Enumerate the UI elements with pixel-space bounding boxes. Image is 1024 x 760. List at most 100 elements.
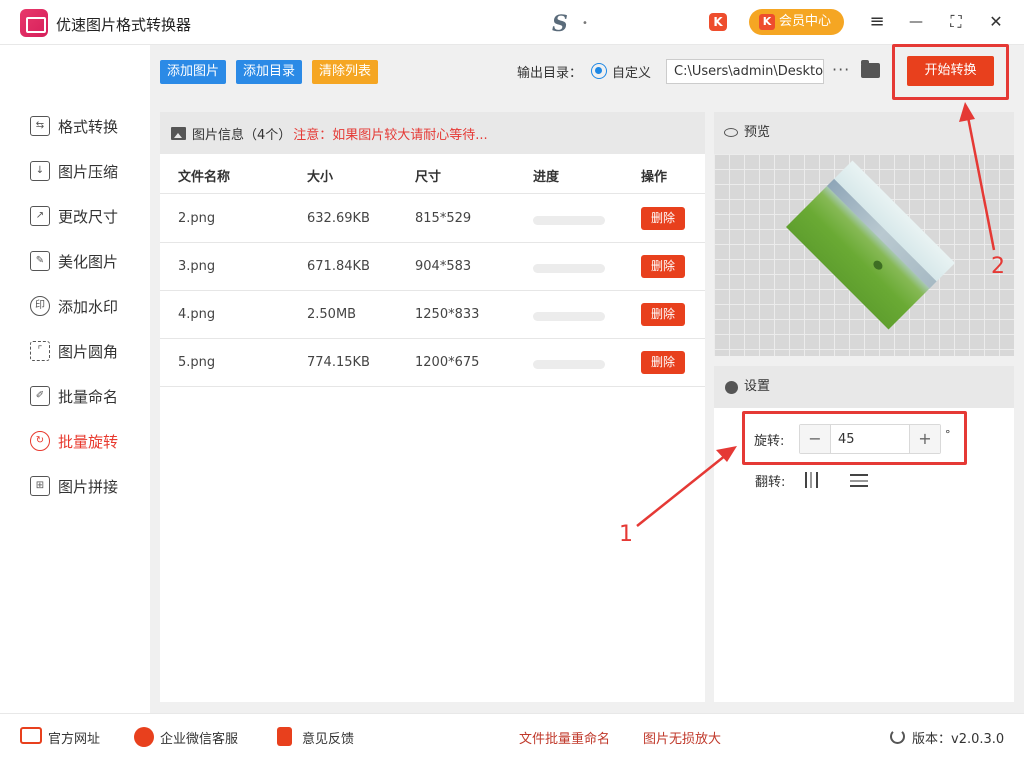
progress-bar bbox=[533, 264, 605, 273]
sidebar-item-beautify[interactable]: ✎ 美化图片 bbox=[30, 248, 118, 274]
table-row[interactable]: 2.png 632.69KB 815*529 删除 bbox=[160, 195, 705, 243]
table-row[interactable]: 4.png 2.50MB 1250*833 删除 bbox=[160, 291, 705, 339]
sidebar-item-round-corner[interactable]: ⌜ 图片圆角 bbox=[30, 338, 118, 364]
sidebar-item-label: 图片圆角 bbox=[58, 342, 119, 361]
sidebar-item-resize[interactable]: ↗ 更改尺寸 bbox=[30, 203, 118, 229]
file-name: 3.png bbox=[178, 259, 216, 274]
sidebar-item-stitch[interactable]: ⊞ 图片拼接 bbox=[30, 473, 118, 499]
k-logo-icon[interactable]: K bbox=[709, 13, 727, 31]
footer-wechat-link[interactable]: 企业微信客服 bbox=[160, 728, 238, 747]
col-filename: 文件名称 bbox=[178, 170, 231, 185]
file-name: 5.png bbox=[178, 355, 216, 370]
settings-title: 设置 bbox=[744, 379, 771, 394]
progress-bar bbox=[533, 360, 605, 369]
rename-icon: ✐ bbox=[30, 386, 50, 406]
convert-icon: ⇆ bbox=[30, 116, 50, 136]
preview-canvas bbox=[714, 154, 1014, 356]
delete-button[interactable]: 删除 bbox=[641, 303, 685, 326]
add-image-button[interactable]: 添加图片 bbox=[160, 60, 227, 84]
sidebar-item-compress[interactable]: ↓ 图片压缩 bbox=[30, 158, 118, 184]
footer: 官方网址 企业微信客服 意见反馈 文件批量重命名 图片无损放大 版本：v2.0.… bbox=[0, 713, 1024, 760]
website-icon bbox=[20, 727, 42, 744]
app-title: 优速图片格式转换器 bbox=[56, 16, 192, 34]
sidebar-item-label: 添加水印 bbox=[58, 297, 119, 316]
refresh-icon[interactable] bbox=[890, 729, 905, 744]
eye-icon bbox=[724, 128, 738, 137]
table-header: 文件名称 大小 尺寸 进度 操作 bbox=[160, 154, 705, 194]
brand-s-icon: S bbox=[552, 11, 568, 37]
output-path-field[interactable]: C:\Users\admin\Deskto bbox=[666, 59, 824, 84]
brand-dots: • bbox=[582, 18, 590, 29]
stitch-icon: ⊞ bbox=[30, 476, 50, 496]
custom-radio[interactable] bbox=[591, 63, 607, 79]
flip-horizontal-icon[interactable] bbox=[803, 472, 819, 488]
resize-icon: ↗ bbox=[30, 206, 50, 226]
sidebar-item-label: 图片拼接 bbox=[58, 477, 119, 496]
file-list-panel: 图片信息（4个） 注意：如果图片较大请耐心等待... 文件名称 大小 尺寸 进度… bbox=[160, 112, 705, 702]
vip-center-button[interactable]: K 会员中心 bbox=[749, 9, 844, 35]
warning-text: 注意：如果图片较大请耐心等待... bbox=[293, 127, 488, 143]
file-size: 2.50MB bbox=[307, 307, 357, 322]
round-corner-icon: ⌜ bbox=[30, 341, 50, 361]
preview-header: 预览 bbox=[714, 112, 1014, 154]
menu-icon[interactable]: ≡ bbox=[865, 10, 889, 34]
col-dims: 尺寸 bbox=[415, 170, 442, 185]
file-size: 774.15KB bbox=[307, 355, 370, 370]
sidebar-item-watermark[interactable]: 印添加水印 bbox=[30, 293, 118, 319]
clear-list-button[interactable]: 清除列表 bbox=[312, 60, 379, 84]
col-action: 操作 bbox=[641, 170, 668, 185]
annotation-2: 2 bbox=[991, 254, 1005, 279]
file-dims: 1200*675 bbox=[415, 355, 480, 370]
footer-rename-link[interactable]: 文件批量重命名 bbox=[519, 728, 610, 747]
feedback-icon bbox=[277, 727, 292, 746]
file-size: 632.69KB bbox=[307, 211, 370, 226]
footer-website-link[interactable]: 官方网址 bbox=[48, 728, 100, 747]
delete-button[interactable]: 删除 bbox=[641, 351, 685, 374]
close-icon[interactable]: ✕ bbox=[984, 10, 1008, 34]
file-name: 2.png bbox=[178, 211, 216, 226]
highlight-box-rotate bbox=[742, 411, 967, 465]
flip-vertical-icon[interactable] bbox=[850, 472, 868, 488]
open-folder-icon[interactable] bbox=[861, 60, 880, 78]
sidebar-item-format-convert[interactable]: ⇆ 格式转换 bbox=[30, 113, 118, 139]
rotate-icon: ↻ bbox=[30, 431, 50, 451]
custom-radio-label[interactable]: 自定义 bbox=[612, 62, 651, 81]
file-count-label: 图片信息（4个） bbox=[192, 127, 292, 143]
title-bar: 优速图片格式转换器 S • K K 会员中心 ≡ — ⛶ ✕ bbox=[0, 0, 1024, 45]
file-dims: 1250*833 bbox=[415, 307, 480, 322]
footer-enlarge-link[interactable]: 图片无损放大 bbox=[643, 728, 721, 747]
sidebar-item-label: 格式转换 bbox=[58, 117, 119, 136]
footer-feedback-link[interactable]: 意见反馈 bbox=[302, 728, 354, 747]
add-folder-button[interactable]: 添加目录 bbox=[236, 60, 303, 84]
wechat-icon bbox=[134, 727, 154, 747]
settings-header: 设置 bbox=[714, 366, 1014, 408]
sidebar-item-batch-rename[interactable]: ✐ 批量命名 bbox=[30, 383, 118, 409]
sidebar-item-batch-rotate[interactable]: ↻ 批量旋转 bbox=[30, 428, 118, 454]
progress-bar bbox=[533, 312, 605, 321]
progress-bar bbox=[533, 216, 605, 225]
compress-icon: ↓ bbox=[30, 161, 50, 181]
beautify-icon: ✎ bbox=[30, 251, 50, 271]
app-logo-icon bbox=[20, 9, 48, 37]
maximize-icon[interactable]: ⛶ bbox=[944, 10, 968, 34]
table-row[interactable]: 5.png 774.15KB 1200*675 删除 bbox=[160, 339, 705, 387]
more-options-icon[interactable]: ··· bbox=[832, 60, 850, 79]
vip-k-icon: K bbox=[759, 14, 775, 30]
sidebar-item-label: 美化图片 bbox=[58, 252, 119, 271]
delete-button[interactable]: 删除 bbox=[641, 255, 685, 278]
annotation-1: 1 bbox=[619, 522, 633, 547]
file-dims: 904*583 bbox=[415, 259, 472, 274]
delete-button[interactable]: 删除 bbox=[641, 207, 685, 230]
image-icon bbox=[171, 126, 186, 140]
minimize-icon[interactable]: — bbox=[904, 10, 928, 34]
file-dims: 815*529 bbox=[415, 211, 472, 226]
flip-label: 翻转: bbox=[755, 475, 786, 490]
preview-panel: 预览 bbox=[714, 112, 1014, 356]
sidebar bbox=[0, 45, 150, 713]
gear-icon bbox=[725, 381, 738, 394]
table-row[interactable]: 3.png 671.84KB 904*583 删除 bbox=[160, 243, 705, 291]
preview-title: 预览 bbox=[744, 125, 771, 140]
file-list-header: 图片信息（4个） 注意：如果图片较大请耐心等待... bbox=[160, 112, 705, 154]
output-dir-label: 输出目录： bbox=[517, 66, 583, 81]
watermark-icon: 印 bbox=[30, 296, 50, 316]
